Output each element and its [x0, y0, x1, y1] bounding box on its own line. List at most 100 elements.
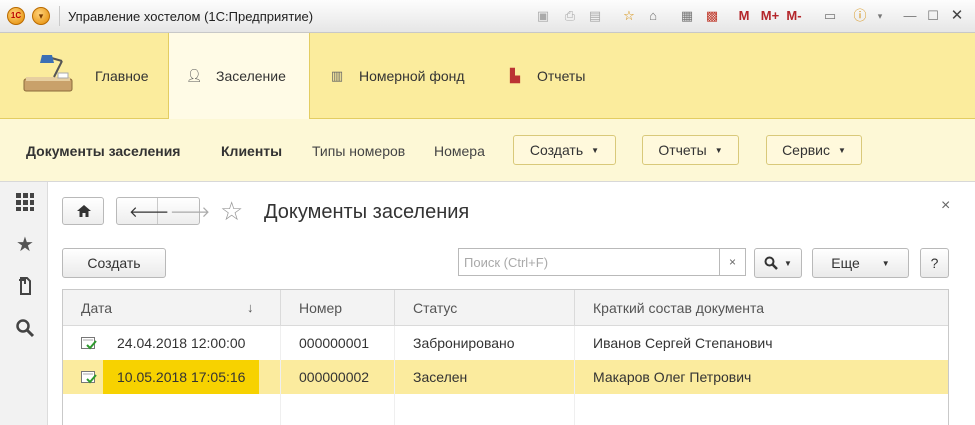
section-panel: Главное 👤︎ Заселение ▥ Номерной фонд ▙ О… — [0, 33, 975, 119]
info-dropdown-icon[interactable]: ▾ — [871, 7, 889, 25]
minimize-icon[interactable]: — — [901, 7, 919, 25]
person-icon: 👤︎ — [186, 68, 203, 83]
form-title: Документы заселения — [264, 201, 470, 223]
arrow-right-icon: 🡒 — [170, 204, 211, 221]
chevron-down-icon: ▼ — [784, 258, 792, 268]
column-divider — [574, 326, 575, 425]
bar-chart-icon: ▙ — [510, 68, 520, 83]
history-pages-icon — [19, 277, 31, 295]
service-menu-label: Сервис — [782, 142, 831, 158]
memory-button[interactable]: M — [735, 7, 753, 25]
documents-form: 🡐 🡒 ☆ Документы заселения × Создать × ▼ … — [48, 182, 975, 425]
chevron-down-icon: ▼ — [838, 145, 846, 155]
link-rooms[interactable]: Номера — [434, 143, 485, 159]
magnifier-icon — [764, 256, 778, 270]
history-icon[interactable] — [14, 276, 36, 298]
close-form-icon[interactable]: × — [941, 197, 950, 215]
column-header-summary[interactable]: Краткий состав документа — [575, 290, 948, 326]
magnifier-icon — [16, 319, 35, 338]
cell-date: 24.04.2018 12:00:00 — [117, 335, 246, 351]
section-rooms[interactable]: ▥ Номерной фонд — [329, 33, 465, 119]
chevron-down-icon: ▼ — [591, 145, 600, 155]
cell-number: 000000001 — [299, 335, 370, 351]
create-button[interactable]: Создать — [62, 248, 166, 278]
table-row[interactable]: 10.05.2018 17:05:16 000000002 Заселен Ма… — [63, 360, 948, 394]
documents-table: Дата ↓ Номер Статус Краткий состав докум… — [62, 289, 949, 425]
grid-dots-icon — [16, 193, 34, 211]
link-clients[interactable]: Клиенты — [221, 143, 282, 159]
forward-button[interactable]: 🡒 — [159, 198, 210, 224]
link-check-in-documents[interactable]: Документы заселения — [26, 143, 180, 159]
grid-icon: ▥ — [330, 68, 344, 83]
cell-number: 000000002 — [299, 369, 370, 385]
table-row[interactable]: 24.04.2018 12:00:00 000000001 Заброниров… — [63, 326, 948, 360]
search-icon[interactable] — [14, 318, 36, 340]
info-icon[interactable]: ⓘ — [851, 7, 869, 25]
column-header-status[interactable]: Статус — [395, 290, 575, 326]
cell-status: Забронировано — [413, 335, 515, 351]
cell-summary: Макаров Олег Петрович — [593, 369, 752, 385]
service-menu-button[interactable]: Сервис ▼ — [766, 135, 862, 165]
close-window-icon[interactable]: ✕ — [948, 7, 966, 25]
sort-descending-icon: ↓ — [247, 300, 254, 315]
cell-date: 10.05.2018 17:05:16 — [103, 360, 260, 394]
cell-status: Заселен — [413, 369, 468, 385]
create-menu-button[interactable]: Создать ▼ — [513, 135, 616, 165]
link-room-types[interactable]: Типы номеров — [312, 143, 405, 159]
reports-menu-button[interactable]: Отчеты ▼ — [642, 135, 739, 165]
more-button-label: Еще — [831, 255, 860, 271]
save-icon[interactable]: ▣ — [534, 7, 552, 25]
section-rooms-label: Номерной фонд — [359, 68, 465, 84]
search-input[interactable] — [458, 248, 720, 276]
column-header-date[interactable]: Дата ↓ — [63, 290, 281, 326]
window-title: Управление хостелом (1С:Предприятие) — [68, 9, 314, 24]
function-panel: Документы заселения Клиенты Типы номеров… — [0, 119, 975, 182]
posted-document-icon — [81, 371, 97, 384]
search-clear-button[interactable]: × — [719, 248, 746, 276]
column-divider — [394, 326, 395, 425]
app-logo-icon[interactable]: 1C — [7, 7, 25, 25]
print-icon[interactable]: ⎙ — [561, 7, 579, 25]
all-functions-icon[interactable] — [14, 192, 36, 214]
main-menu-icon[interactable]: ▾ — [32, 7, 50, 25]
section-reports-label: Отчеты — [537, 68, 586, 84]
history-nav-group: 🡐 🡒 — [116, 197, 210, 225]
reports-menu-label: Отчеты — [658, 142, 707, 158]
chevron-down-icon: ▼ — [714, 145, 723, 155]
create-button-label: Создать — [87, 255, 141, 271]
bookmark-icon[interactable]: ⌂ — [644, 7, 662, 25]
calculator-icon[interactable]: ▦ — [678, 7, 696, 25]
column-divider — [280, 326, 281, 425]
favorites-star-icon[interactable]: ★ — [14, 234, 36, 256]
desk-lamp-icon — [23, 55, 73, 92]
memory-minus-button[interactable]: M- — [784, 7, 804, 25]
calendar-icon[interactable]: ▩ — [703, 7, 721, 25]
posted-document-icon — [81, 337, 97, 350]
column-status-label: Статус — [413, 300, 458, 316]
back-button[interactable]: 🡐 — [117, 198, 169, 224]
more-button[interactable]: Еще ▼ — [812, 248, 909, 278]
help-button[interactable]: ? — [920, 248, 949, 278]
maximize-icon[interactable]: ☐ — [924, 7, 942, 25]
cell-summary: Иванов Сергей Степанович — [593, 335, 773, 351]
preview-icon[interactable]: ▤ — [586, 7, 604, 25]
home-button[interactable] — [62, 197, 104, 225]
section-reports[interactable]: ▙ Отчеты — [507, 33, 585, 119]
memory-plus-button[interactable]: M+ — [758, 7, 782, 25]
section-main[interactable]: Главное — [95, 33, 149, 119]
column-date-label: Дата — [81, 300, 113, 316]
panels-icon[interactable]: ▭ — [821, 7, 839, 25]
column-summary-label: Краткий состав документа — [593, 300, 765, 316]
column-number-label: Номер — [299, 300, 343, 316]
column-header-number[interactable]: Номер — [281, 290, 395, 326]
section-check-in-label: Заселение — [216, 68, 286, 84]
section-check-in[interactable]: 👤︎ Заселение — [168, 33, 310, 119]
home-icon — [77, 205, 91, 217]
favorites-icon[interactable]: ☆ — [620, 7, 638, 25]
chevron-down-icon: ▼ — [881, 258, 890, 268]
create-menu-label: Создать — [529, 142, 584, 158]
search-options-button[interactable]: ▼ — [754, 248, 802, 278]
add-to-favorites-star-icon[interactable]: ☆ — [220, 196, 243, 226]
title-separator — [59, 6, 60, 26]
title-bar: 1C ▾ Управление хостелом (1С:Предприятие… — [0, 0, 975, 33]
